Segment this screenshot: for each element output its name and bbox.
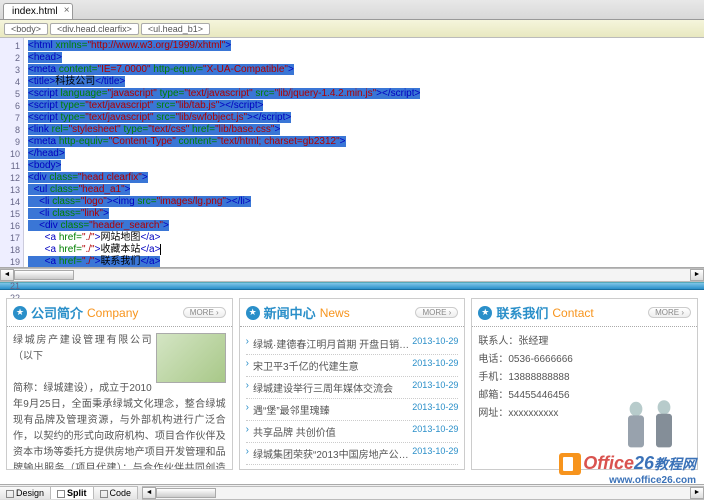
news-date: 2013-10-29 [412,402,458,417]
news-title: 绿城·建德春江明月首期 开盘日销2.8… [253,336,412,351]
about-image [156,333,226,383]
news-date: 2013-10-29 [412,424,458,439]
breadcrumb-body[interactable]: <body> [4,23,48,35]
info-icon: ★ [13,306,27,320]
card-header: ★ 新闻中心 News MORE › [240,299,465,327]
news-date: 2013-10-29 [412,380,458,395]
scroll-thumb[interactable] [14,270,74,280]
bottom-hscroll[interactable]: ◄ ► [142,486,704,500]
contact-icon: ★ [478,306,492,320]
code-editor[interactable]: 1234567891011121314151617181920212223242… [0,38,704,268]
code-area[interactable]: <html xmlns="http://www.w3.org/1999/xhtm… [24,38,704,267]
file-tab-bar: index.html × [0,0,704,20]
file-tab-label: index.html [12,6,58,17]
news-item[interactable]: 绿城建设举行三周年媒体交流会2013-10-29 [246,377,459,399]
card-title-en: Company [87,306,138,320]
card-body: 绿城·建德春江明月首期 开盘日销2.8…2013-10-29宋卫平3千亿的代建生… [240,327,465,469]
more-button[interactable]: MORE › [648,307,691,318]
news-title: 共享品牌 共创价值 [253,424,412,439]
more-button[interactable]: MORE › [183,307,226,318]
news-item[interactable]: 绿城·建德春江明月首期 开盘日销2.8…2013-10-29 [246,333,459,355]
split-divider[interactable] [0,282,704,290]
news-date: 2013-10-29 [412,358,458,373]
card-header: ★ 公司简介 Company MORE › [7,299,232,327]
card-contact: ★ 联系我们 Contact MORE › 联系人：张经理电话：0536-666… [471,298,698,470]
tab-split[interactable]: Split [51,486,94,499]
card-title-en: Contact [552,306,593,320]
scroll-track[interactable] [14,269,690,281]
card-body: 绿城房产建设管理有限公司（以下 简称：绿城建设），成立于2010年9月25日，全… [7,327,232,469]
code-icon [100,490,108,498]
about-body: 简称：绿城建设），成立于2010年9月25日，全面秉承绿城文化理念，整合绿城现有… [13,383,226,469]
news-item[interactable]: 2013年杭州市“质量月”活动暨“华东…2013-10-29 [246,465,459,469]
news-date: 2013-10-29 [412,468,458,469]
preview-pane: ★ 公司简介 Company MORE › 绿城房产建设管理有限公司（以下 简称… [0,290,704,478]
card-header: ★ 联系我们 Contact MORE › [472,299,697,327]
tab-code[interactable]: Code [94,486,139,499]
split-icon [57,490,65,498]
scroll-thumb[interactable] [156,488,216,498]
scroll-right-icon[interactable]: ► [690,487,704,499]
news-list: 绿城·建德春江明月首期 开盘日销2.8…2013-10-29宋卫平3千亿的代建生… [246,333,459,469]
news-title: 绿城集团荣获“2013中国房地产公司品… [253,446,412,461]
breadcrumb-ul[interactable]: <ul.head_b1> [141,23,210,35]
news-title: 遇“堡”最邻里瑰臻 [253,402,412,417]
news-item[interactable]: 共享品牌 共创价值2013-10-29 [246,421,459,443]
news-title: 绿城建设举行三周年媒体交流会 [253,380,412,395]
more-button[interactable]: MORE › [415,307,458,318]
tab-design[interactable]: Design [0,486,51,499]
news-title: 宋卫平3千亿的代建生意 [253,358,412,373]
news-icon: ★ [246,306,260,320]
scroll-left-icon[interactable]: ◄ [0,269,14,281]
dom-breadcrumb: <body> <div.head.clearfix> <ul.head_b1> [0,20,704,38]
contact-row: 联系人：张经理 [478,333,691,351]
card-about: ★ 公司简介 Company MORE › 绿城房产建设管理有限公司（以下 简称… [6,298,233,470]
card-title-cn: 联系我们 [496,303,548,322]
scroll-track[interactable] [156,487,690,499]
close-icon[interactable]: × [64,5,70,16]
about-lead: 绿城房产建设管理有限公司（以下 [13,335,152,362]
view-mode-tabs: Design Split Code ◄ ► [0,484,704,500]
news-item[interactable]: 绿城集团荣获“2013中国房地产公司品…2013-10-29 [246,443,459,465]
editor-hscroll[interactable]: ◄ ► [0,268,704,282]
card-news: ★ 新闻中心 News MORE › 绿城·建德春江明月首期 开盘日销2.8…2… [239,298,466,470]
news-title: 2013年杭州市“质量月”活动暨“华东… [253,468,412,469]
scroll-right-icon[interactable]: ► [690,269,704,281]
card-title-cn: 新闻中心 [264,303,316,322]
news-date: 2013-10-29 [412,336,458,351]
news-item[interactable]: 宋卫平3千亿的代建生意2013-10-29 [246,355,459,377]
card-title-en: News [320,306,350,320]
card-body: 联系人：张经理电话：0536-6666666手机：13888888888邮箱：5… [472,327,697,469]
card-title-cn: 公司简介 [31,303,83,322]
breadcrumb-div[interactable]: <div.head.clearfix> [50,23,139,35]
file-tab-index[interactable]: index.html × [3,3,73,19]
people-illustration [603,385,693,465]
news-item[interactable]: 遇“堡”最邻里瑰臻2013-10-29 [246,399,459,421]
scroll-left-icon[interactable]: ◄ [142,487,156,499]
design-icon [6,490,14,498]
contact-row: 电话：0536-6666666 [478,351,691,369]
line-gutter: 1234567891011121314151617181920212223242… [0,38,24,267]
news-date: 2013-10-29 [412,446,458,461]
